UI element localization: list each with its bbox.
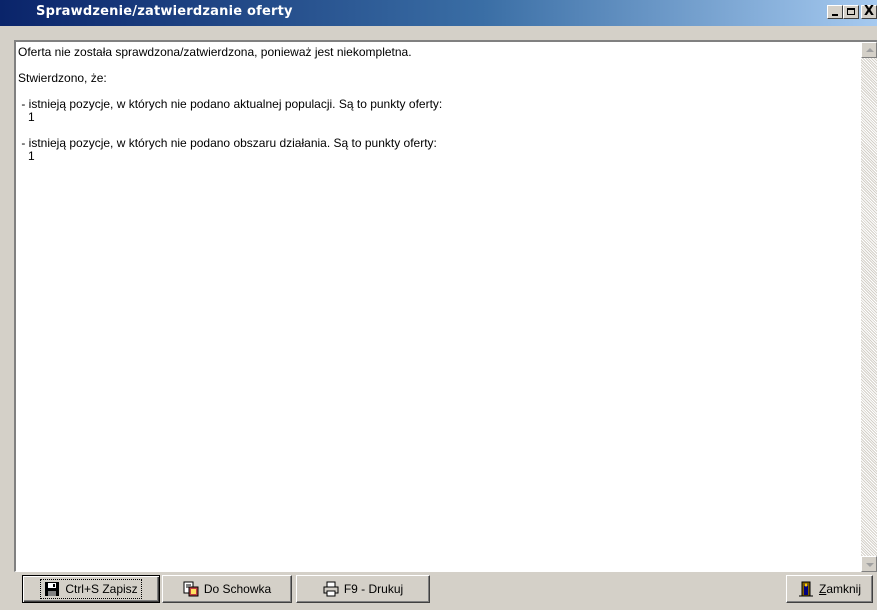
dialog-window: Sprawdzenie/zatwierdzanie oferty X Ofert… <box>0 0 877 610</box>
message-line: - istnieją pozycje, w których nie podano… <box>18 97 443 111</box>
scroll-down-button[interactable] <box>861 556 877 572</box>
bottom-toolbar: Ctrl+S Zapisz Do Schowka F9 - Drukuj Zam… <box>0 572 877 610</box>
message-textarea[interactable]: Oferta nie została sprawdzona/zatwierdzo… <box>14 40 877 572</box>
arrow-down-icon <box>866 563 874 567</box>
window-title: Sprawdzenie/zatwierdzanie oferty <box>36 4 293 19</box>
message-line: Oferta nie została sprawdzona/zatwierdzo… <box>18 45 412 59</box>
message-content: Oferta nie została sprawdzona/zatwierdzo… <box>18 46 442 163</box>
close-window-button[interactable]: X <box>861 4 877 19</box>
door-exit-icon <box>798 581 813 597</box>
save-button[interactable]: Ctrl+S Zapisz <box>22 575 160 603</box>
close-label-rest: amknij <box>826 582 862 596</box>
maximize-icon <box>847 8 855 15</box>
minimize-icon <box>832 14 838 16</box>
copy-to-clipboard-button[interactable]: Do Schowka <box>162 575 292 603</box>
close-dialog-label: Zamknij <box>819 582 861 596</box>
window-controls: X <box>827 4 877 21</box>
save-button-label: Ctrl+S Zapisz <box>65 582 138 596</box>
minimize-button[interactable] <box>827 5 843 19</box>
print-button[interactable]: F9 - Drukuj <box>296 575 430 603</box>
close-dialog-button[interactable]: Zamknij <box>786 575 873 603</box>
message-line: 1 <box>18 149 35 163</box>
print-button-label: F9 - Drukuj <box>343 582 404 596</box>
maximize-button[interactable] <box>843 5 859 19</box>
message-line: - istnieją pozycje, w których nie podano… <box>18 136 437 150</box>
message-line: 1 <box>18 110 35 124</box>
vertical-scrollbar[interactable] <box>861 42 877 572</box>
scroll-up-button[interactable] <box>861 42 877 58</box>
arrow-up-icon <box>866 48 874 52</box>
clipboard-icon <box>183 581 199 597</box>
focus-rect: Ctrl+S Zapisz <box>40 579 142 599</box>
printer-icon <box>323 581 339 597</box>
floppy-disk-icon <box>45 582 60 596</box>
clipboard-button-label: Do Schowka <box>203 582 272 596</box>
close-icon: X <box>864 4 875 19</box>
message-line: Stwierdzono, że: <box>18 71 107 85</box>
title-bar[interactable]: Sprawdzenie/zatwierdzanie oferty X <box>0 0 877 26</box>
